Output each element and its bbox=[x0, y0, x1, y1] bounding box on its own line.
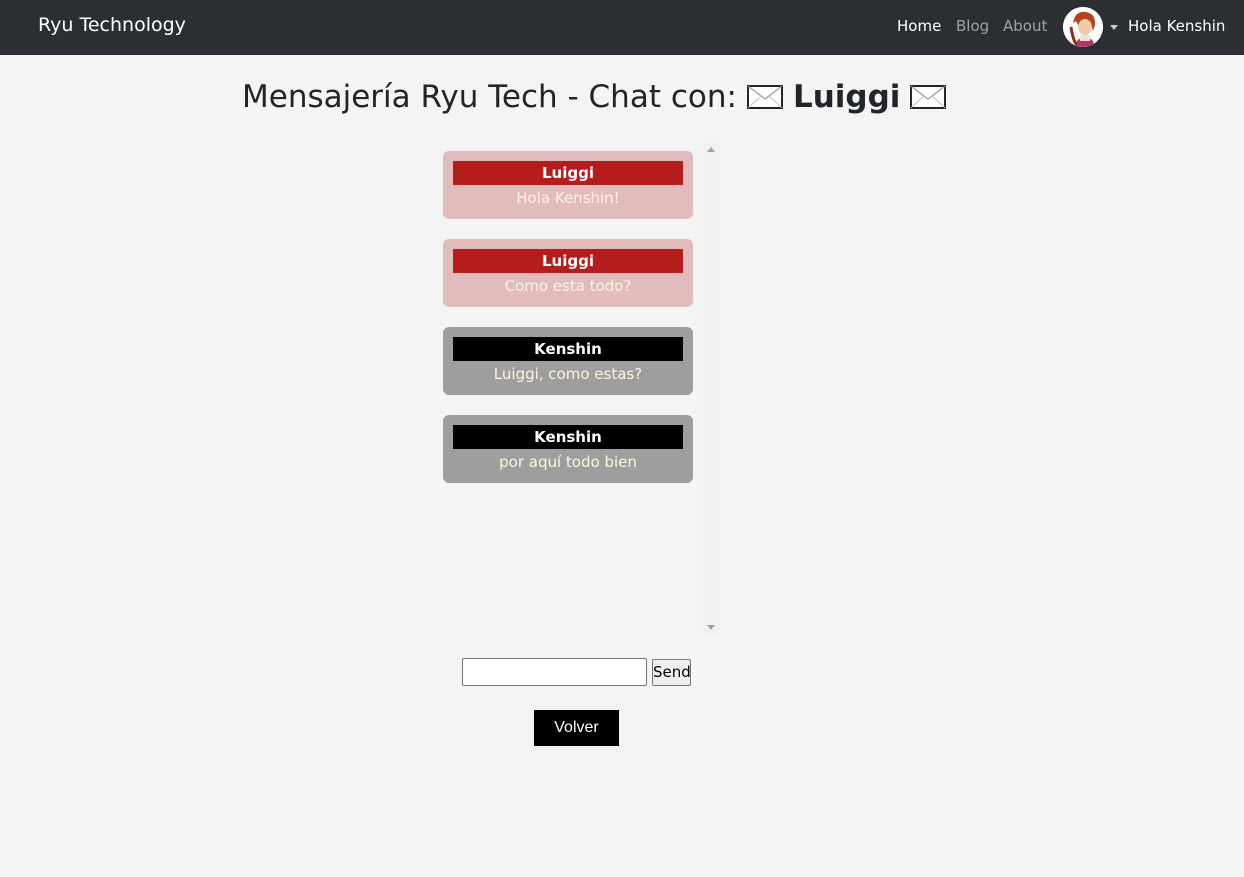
message-text: Como esta todo? bbox=[504, 277, 632, 295]
scroll-down-arrow-icon[interactable] bbox=[707, 625, 715, 630]
chat-message: Luiggi Como esta todo? bbox=[443, 239, 693, 307]
chat-message: Kenshin por aquí todo bien bbox=[443, 415, 693, 483]
chat-message: Luiggi Hola Kenshin! bbox=[443, 151, 693, 219]
back-button[interactable]: Volver bbox=[534, 710, 619, 746]
message-sender: Kenshin bbox=[453, 337, 683, 361]
message-sender: Luiggi bbox=[453, 161, 683, 185]
envelope-icon bbox=[746, 85, 783, 109]
chat-message: Kenshin Luiggi, como estas? bbox=[443, 327, 693, 395]
avatar-image bbox=[1063, 7, 1103, 47]
message-text: Hola Kenshin! bbox=[516, 189, 620, 207]
page-title-text: Mensajería Ryu Tech - Chat con: bbox=[242, 79, 737, 115]
message-input[interactable] bbox=[462, 658, 647, 686]
envelope-icon bbox=[910, 85, 947, 109]
top-navbar: Ryu Technology Home Blog About Hola Kens… bbox=[0, 0, 1244, 55]
chat-scrollbar[interactable] bbox=[703, 143, 720, 635]
chat-contact-name: Luiggi bbox=[792, 79, 901, 115]
message-text: Luiggi, como estas? bbox=[493, 365, 643, 383]
brand-link[interactable]: Ryu Technology bbox=[38, 14, 186, 36]
scroll-up-arrow-icon[interactable] bbox=[707, 147, 715, 152]
message-text: por aquí todo bien bbox=[499, 453, 637, 471]
nav-about-link[interactable]: About bbox=[1003, 17, 1047, 35]
send-button[interactable]: Send bbox=[652, 659, 691, 686]
nav-blog-link[interactable]: Blog bbox=[956, 17, 989, 35]
message-sender: Kenshin bbox=[453, 425, 683, 449]
page-title: Mensajería Ryu Tech - Chat con: Luiggi bbox=[242, 77, 956, 117]
user-avatar[interactable] bbox=[1063, 7, 1103, 47]
message-sender: Luiggi bbox=[453, 249, 683, 273]
user-greeting[interactable]: Hola Kenshin bbox=[1128, 17, 1225, 35]
caret-down-icon[interactable] bbox=[1110, 25, 1118, 30]
nav-home-link[interactable]: Home bbox=[897, 17, 941, 35]
